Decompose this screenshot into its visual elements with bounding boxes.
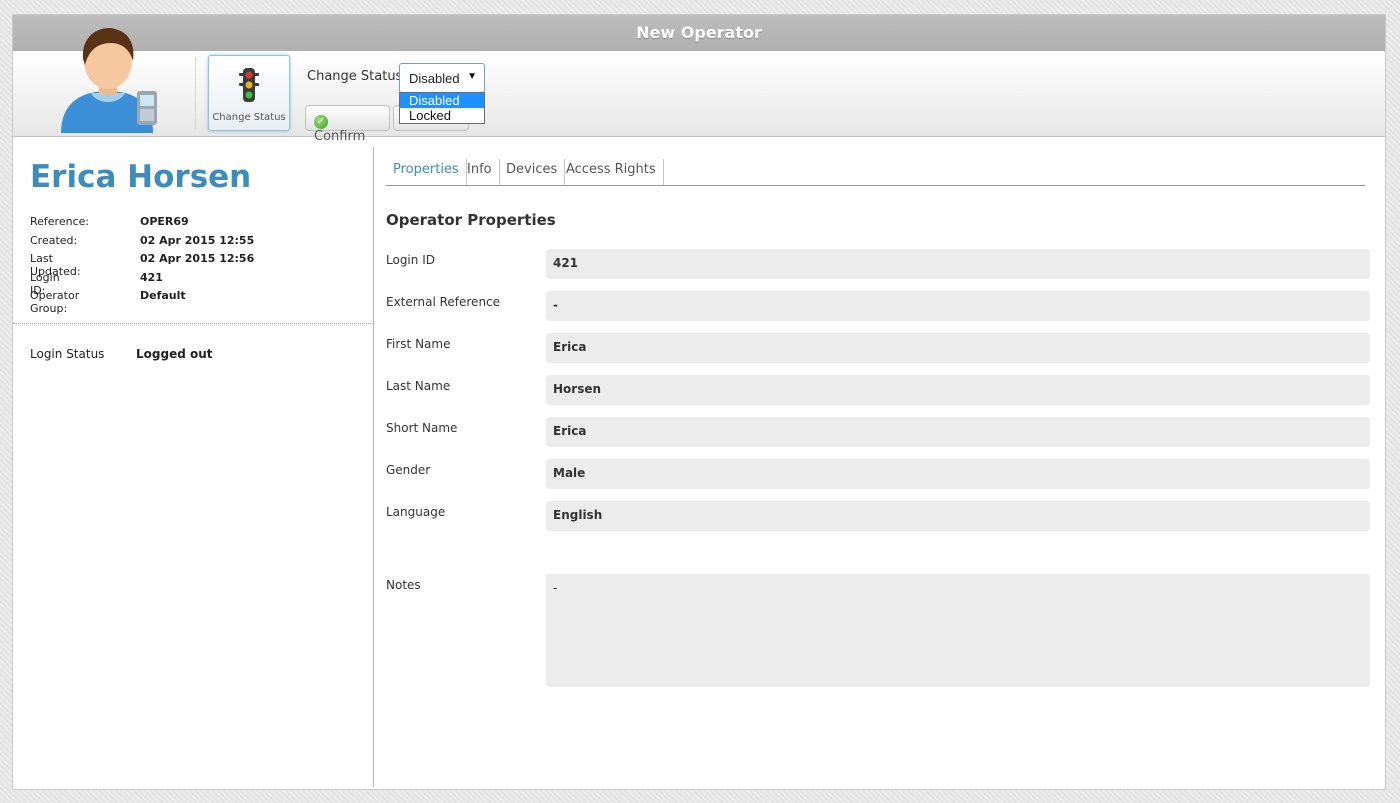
- operator-window: New Operator Change Status Change Status…: [12, 14, 1386, 790]
- dropdown-arrow-icon: ▼: [467, 71, 477, 82]
- field-value-last-name: Horsen: [546, 375, 1370, 405]
- operator-name: Erica Horsen: [30, 159, 252, 195]
- tab-bar: Properties Info Devices Access Rights: [386, 159, 1365, 186]
- login-status-label: Login Status: [30, 347, 105, 361]
- field-value-first-name: Erica: [546, 333, 1370, 363]
- meta-label: Reference:: [30, 215, 90, 228]
- meta-label: Operator Group:: [30, 289, 80, 315]
- status-select[interactable]: Disabled ▼: [399, 63, 485, 93]
- status-option-disabled[interactable]: Disabled: [400, 93, 484, 108]
- field-label-language: Language: [386, 505, 446, 519]
- change-status-label: Change Status: [307, 69, 403, 84]
- section-title: Operator Properties: [386, 211, 556, 229]
- meta-value: 421: [140, 270, 163, 284]
- change-status-tile-button[interactable]: Change Status: [208, 55, 290, 131]
- tab-access-rights[interactable]: Access Rights: [559, 159, 664, 185]
- operator-summary-panel: Erica Horsen Reference: OPER69 Created: …: [13, 139, 373, 789]
- field-label-short-name: Short Name: [386, 421, 458, 435]
- field-label-gender: Gender: [386, 463, 431, 477]
- field-value-external-reference: -: [546, 291, 1370, 321]
- properties-panel: Properties Info Devices Access Rights Op…: [386, 139, 1371, 789]
- field-value-language: English: [546, 501, 1370, 531]
- meta-value: 02 Apr 2015 12:56: [140, 252, 255, 265]
- field-label-notes: Notes: [386, 578, 421, 592]
- login-status-value: Logged out: [136, 347, 213, 361]
- field-value-gender: Male: [546, 459, 1370, 489]
- meta-value: 02 Apr 2015 12:55: [140, 233, 255, 247]
- meta-label: Created:: [30, 233, 78, 247]
- field-label-first-name: First Name: [386, 337, 451, 351]
- check-icon: ✓: [314, 115, 328, 129]
- field-value-short-name: Erica: [546, 417, 1370, 447]
- meta-value: OPER69: [140, 215, 189, 228]
- field-value-login-id: 421: [546, 249, 1370, 279]
- status-dropdown-list: Disabled Locked: [399, 92, 485, 124]
- tab-devices[interactable]: Devices: [499, 159, 566, 185]
- field-label-external-reference: External Reference: [386, 295, 501, 309]
- traffic-light-icon: [239, 68, 259, 102]
- toolbar: Change Status Change Status Disabled ▼ ✓…: [13, 28, 1385, 144]
- field-value-notes: -: [546, 574, 1370, 687]
- tab-properties[interactable]: Properties: [386, 159, 467, 185]
- panel-divider: [373, 147, 374, 787]
- tab-info[interactable]: Info: [460, 159, 500, 185]
- operator-avatar-icon: [61, 28, 157, 133]
- field-label-last-name: Last Name: [386, 379, 451, 393]
- change-status-tile-label: Change Status: [212, 112, 286, 123]
- summary-divider: [13, 323, 373, 324]
- status-option-locked[interactable]: Locked: [400, 108, 484, 123]
- toolbar-separator: [195, 57, 196, 129]
- login-status: Login Status Logged out: [30, 347, 213, 361]
- window-title: New Operator: [13, 15, 1385, 51]
- status-select-value: Disabled: [409, 71, 460, 86]
- field-label-login-id: Login ID: [386, 253, 435, 267]
- meta-value: Default: [140, 289, 186, 302]
- confirm-button[interactable]: ✓Confirm: [305, 105, 390, 144]
